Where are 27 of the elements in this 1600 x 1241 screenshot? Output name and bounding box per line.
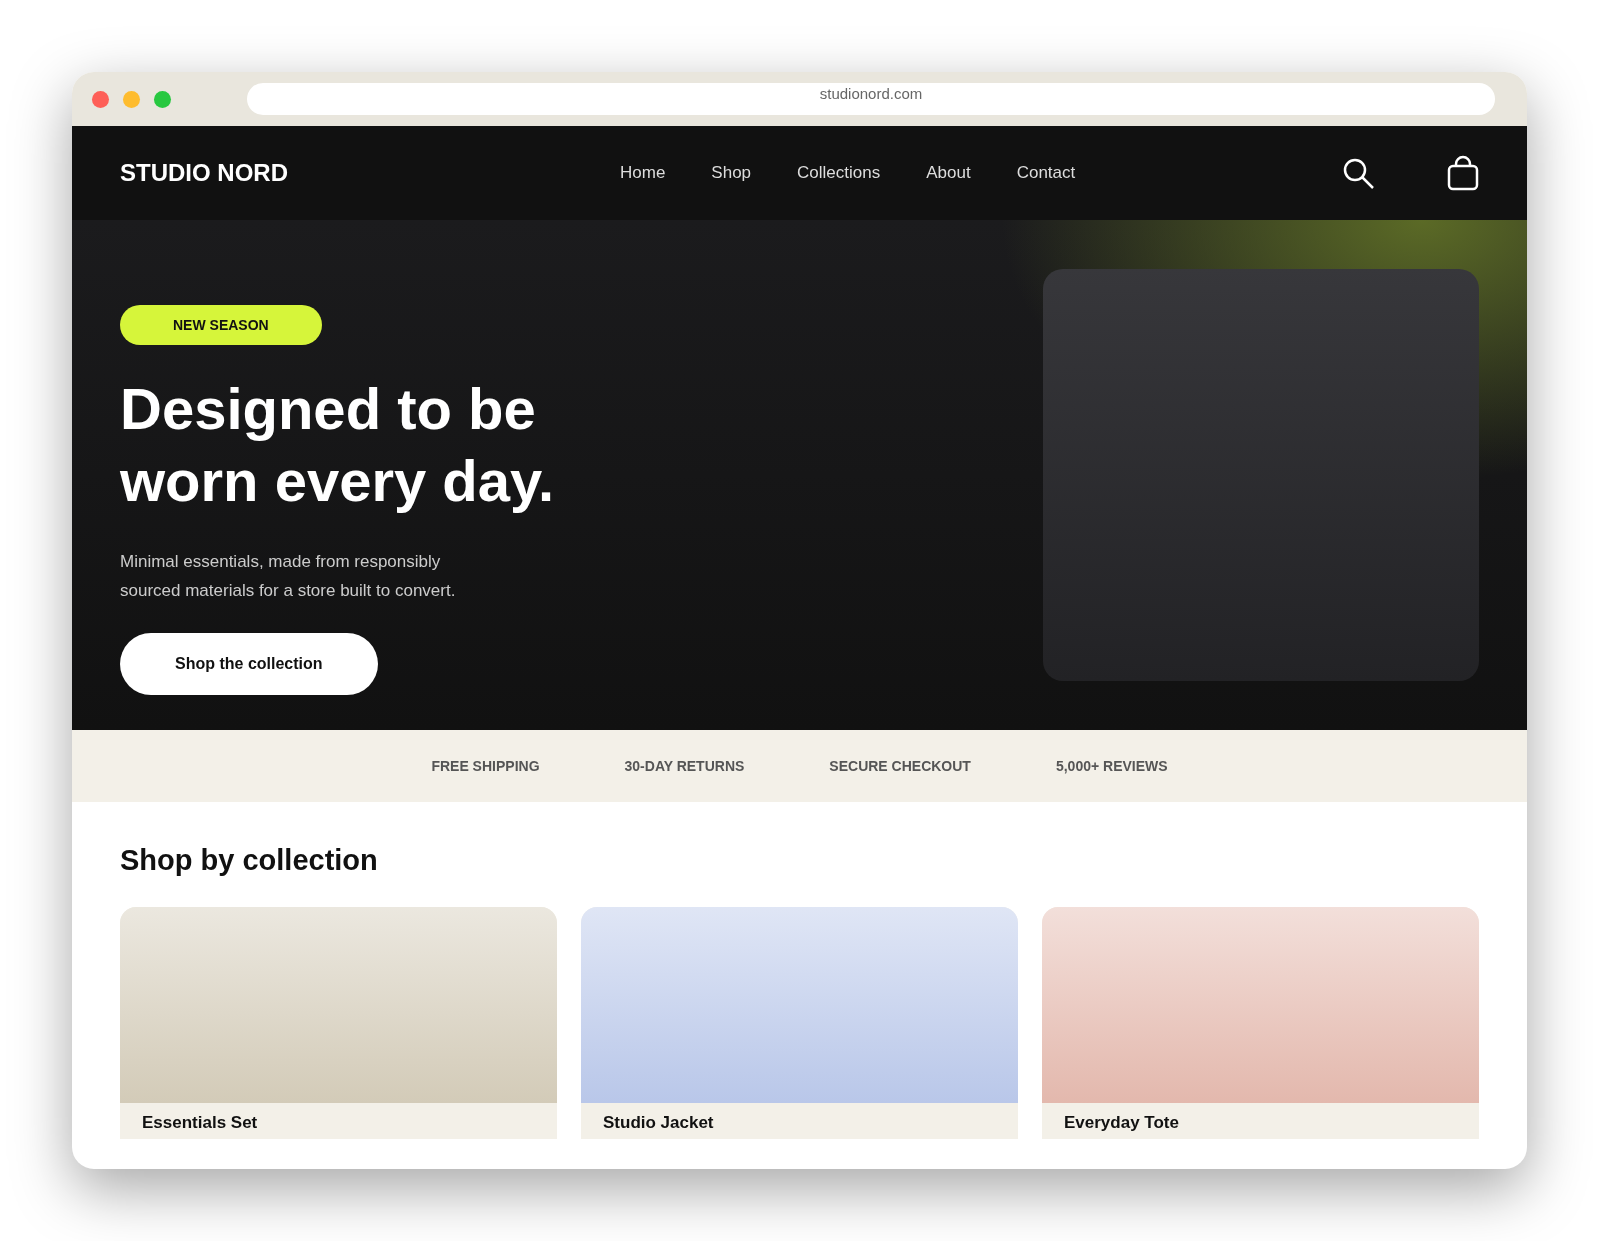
trust-label: FREE SHIPPING [431, 758, 540, 774]
nav-link[interactable]: Home [620, 163, 666, 183]
shopping-bag-icon[interactable] [1447, 155, 1479, 191]
card-title: Studio Jacket [602, 1112, 715, 1134]
nav-link[interactable]: Shop [711, 163, 752, 183]
collection-card[interactable]: Everyday Tote [1042, 907, 1479, 1139]
hero-description: Minimal essentials, made from responsibly sourced materials for a store built to convert. [120, 551, 457, 602]
card-title: Essentials Set [141, 1112, 259, 1134]
season-badge: NEW SEASON [120, 305, 322, 345]
collection-card[interactable]: Essentials Set [120, 907, 557, 1139]
nav-link[interactable]: Collections [797, 163, 881, 183]
trust-label: 5,000+ REVIEWS [1055, 758, 1168, 774]
maximize-dot[interactable] [154, 90, 171, 108]
hero-heading: Designed to be worn every day. [120, 375, 556, 515]
search-icon[interactable] [1342, 156, 1375, 190]
collection-card[interactable]: Studio Jacket [581, 907, 1018, 1139]
close-dot[interactable] [92, 90, 109, 108]
card-title: Everyday Tote [1063, 1112, 1180, 1134]
section-heading: Shop by collection [120, 844, 379, 877]
shop-button[interactable]: Shop the collection [120, 633, 378, 695]
nav-link[interactable]: Contact [1016, 163, 1076, 183]
minimize-dot[interactable] [123, 90, 140, 108]
address-bar[interactable]: studionord.com [247, 83, 1495, 115]
trust-label: SECURE CHECKOUT [829, 758, 971, 774]
nav-link[interactable]: About [926, 163, 971, 183]
logo[interactable]: STUDIO NORD [120, 159, 620, 187]
trust-label: 30-DAY RETURNS [624, 758, 745, 774]
